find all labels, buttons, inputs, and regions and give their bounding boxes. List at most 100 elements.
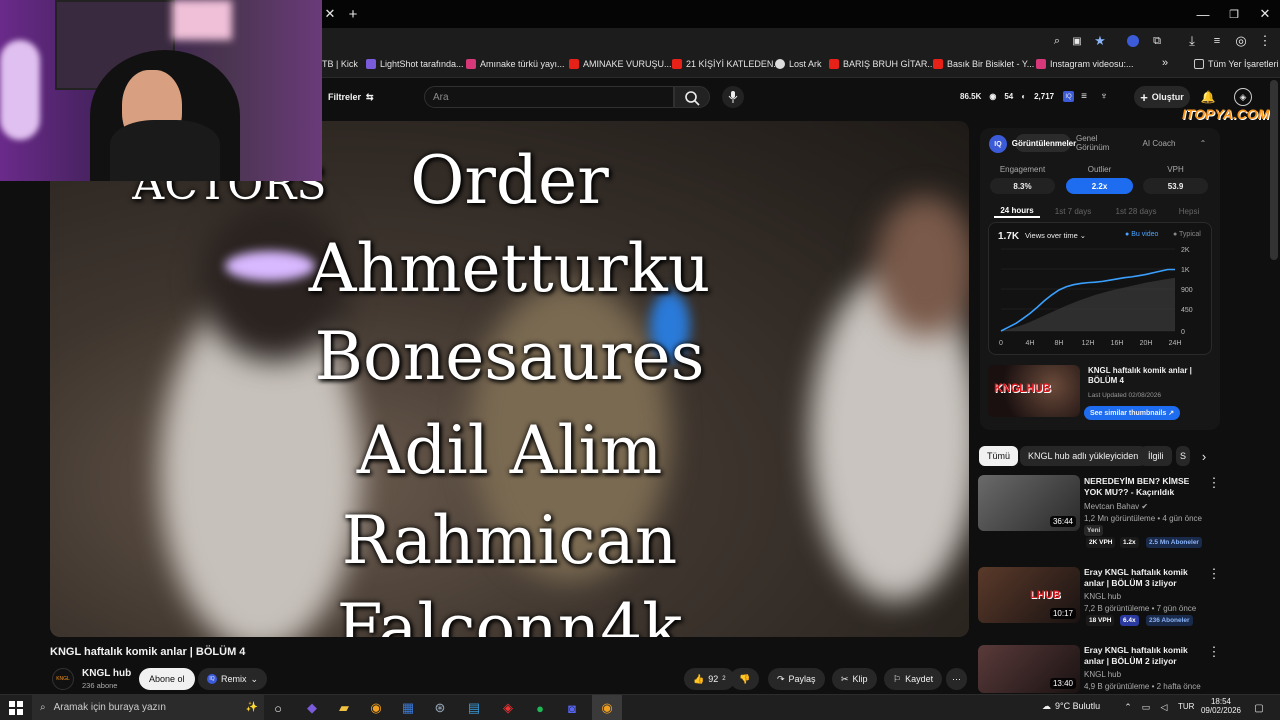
create-button[interactable]: + Oluştur <box>1134 86 1190 108</box>
bookmark-item[interactable]: Basık Bir Bisiklet - Y... <box>933 59 1034 69</box>
profile-icon[interactable] <box>1126 34 1140 48</box>
scrollbar[interactable] <box>1270 80 1278 260</box>
windows-start-icon[interactable] <box>8 700 24 716</box>
more-icon[interactable]: ⋮ <box>1208 644 1221 659</box>
file-explorer-icon[interactable]: ▰ <box>336 700 352 716</box>
weather-widget[interactable]: ☁ 9°C Bulutlu <box>1042 701 1100 712</box>
maximize-icon[interactable]: ❐ <box>1225 5 1243 23</box>
rec-title[interactable]: NEREDEYİM BEN? KİMSE YOK MU?? - Kaçırıld… <box>1084 476 1208 498</box>
range-24h[interactable]: 24 hours <box>994 204 1040 218</box>
subscribe-button[interactable]: Abone ol <box>139 668 195 690</box>
trophy-icon[interactable]: ♆ <box>1098 90 1110 102</box>
dislike-button[interactable]: 👎 <box>730 668 760 690</box>
steam-icon[interactable]: ⊛ <box>432 700 448 716</box>
account-icon[interactable]: ◎ <box>1234 33 1248 48</box>
range-28d[interactable]: 1st 28 days <box>1108 204 1164 218</box>
chevron-right-icon[interactable]: › <box>1196 448 1212 464</box>
vidiq-icon[interactable]: IQ <box>1063 91 1074 102</box>
list-icon[interactable]: ≡ <box>1078 90 1090 102</box>
download-icon[interactable]: ⤓ <box>1185 33 1199 48</box>
bookmark-item[interactable]: BARIŞ BRUH GİTAR... <box>829 59 935 69</box>
more-icon[interactable]: ⋮ <box>1208 566 1221 581</box>
more-icon[interactable]: ⋮ <box>1208 475 1221 490</box>
tab-views[interactable]: Görüntülenmeler <box>1012 134 1076 152</box>
like-button[interactable]: 👍 92 2 <box>684 668 735 690</box>
discord-icon[interactable]: ◙ <box>564 700 580 716</box>
clip-button[interactable]: ✂ Klip <box>832 668 877 690</box>
zoom-icon[interactable]: ⌕ <box>1050 34 1064 48</box>
x-tick-label: 20H <box>1140 340 1153 347</box>
close-tab-icon[interactable]: ✕ <box>322 6 338 22</box>
chip-uploader[interactable]: KNGL hub adlı yükleyiciden <box>1020 446 1147 466</box>
rec-thumbnail[interactable]: 36:44 <box>978 475 1080 531</box>
eye-icon: ◉ <box>989 92 997 101</box>
rec-title[interactable]: Eray KNGL haftalık komik anlar | BÖLÜM 3… <box>1084 567 1208 589</box>
reading-list-icon[interactable]: ≡ <box>1210 34 1224 48</box>
chip-related[interactable]: İlgili <box>1140 446 1172 466</box>
mic-icon[interactable] <box>722 86 744 108</box>
rec-thumbnail[interactable]: 13:40 <box>978 645 1080 693</box>
chrome-active-icon[interactable]: ◉ <box>592 695 622 720</box>
video-player[interactable]: ACTORS Order Ahmetturku Bonesaures Adil … <box>50 121 969 637</box>
search-input[interactable]: Ara <box>424 86 674 108</box>
bookmarks-overflow[interactable]: » <box>1162 57 1168 69</box>
chip-all[interactable]: Tümü <box>979 446 1019 466</box>
extensions-icon[interactable]: ⧉ <box>1150 34 1164 48</box>
range-7d[interactable]: 1st 7 days <box>1048 204 1098 218</box>
filters-button[interactable]: Filtreler ⇆ <box>328 92 374 103</box>
network-icon[interactable]: ▭ <box>1140 701 1152 713</box>
minimize-icon[interactable]: — <box>1194 5 1212 23</box>
share-button[interactable]: ↷ Paylaş <box>768 668 825 690</box>
clock[interactable]: 18:54 09/02/2026 <box>1200 697 1242 715</box>
subscriber-stat: 86.5K <box>960 92 982 101</box>
bookmark-item[interactable]: Instagram videosu:... <box>1036 59 1134 69</box>
bookmark-item[interactable]: Lost Ark <box>775 59 822 69</box>
rec-channel[interactable]: KNGL hub <box>1084 592 1121 601</box>
search-button[interactable] <box>674 86 710 108</box>
bookmark-star-icon[interactable]: ★ <box>1092 33 1108 49</box>
more-button[interactable]: ⋯ <box>946 668 967 690</box>
save-button[interactable]: ⚐ Kaydet <box>884 668 943 690</box>
bookmark-item[interactable]: 21 KİŞİYİ KATLEDEN... <box>672 59 781 69</box>
rec-thumbnail[interactable]: LHUB 10:17 <box>978 567 1080 623</box>
outlier-value: 2.2x <box>1066 178 1133 194</box>
channel-avatar[interactable]: KNGL <box>52 668 74 690</box>
credit-line: Bonesaures <box>314 318 705 395</box>
new-tab-icon[interactable]: + <box>344 5 362 23</box>
language-indicator[interactable]: TUR <box>1178 702 1194 711</box>
volume-icon[interactable]: ◁ <box>1158 701 1170 713</box>
store-icon[interactable]: ▦ <box>400 700 416 716</box>
collapse-icon[interactable]: ⌃ <box>1196 134 1210 152</box>
bookmark-item[interactable]: TB | Kick <box>322 59 358 69</box>
menu-icon[interactable]: ⋮ <box>1258 33 1272 48</box>
tab-overview[interactable]: Genel Görünüm <box>1076 134 1132 152</box>
app-icon[interactable]: ◆ <box>304 700 320 716</box>
chip-more[interactable]: S <box>1176 446 1190 466</box>
taskbar-search[interactable]: ⌕ Aramak için buraya yazın ✨ <box>32 695 264 720</box>
avatar[interactable]: ◈ <box>1234 88 1252 106</box>
notifications-icon[interactable]: ▢ <box>1252 701 1266 715</box>
thumbnail-preview[interactable]: KNGLHUB <box>988 365 1080 417</box>
bookmark-item[interactable]: Amınake türkü yayı... <box>466 59 565 69</box>
tray-arrow-icon[interactable]: ⌃ <box>1122 701 1134 713</box>
bookmark-item[interactable]: AMINAKE VURUŞU... <box>569 59 672 69</box>
remix-button[interactable]: IQ Remix ⌄ <box>198 668 268 690</box>
rec-channel[interactable]: Mevtcan Bahav ✔ <box>1084 502 1148 511</box>
app-icon[interactable]: ▤ <box>466 700 482 716</box>
chrome-icon[interactable]: ◉ <box>368 700 384 716</box>
bell-icon[interactable]: 🔔 <box>1200 89 1216 105</box>
tab-ai-coach[interactable]: AI Coach <box>1136 134 1182 152</box>
rec-title[interactable]: Eray KNGL haftalık komik anlar | BÖLÜM 2… <box>1084 645 1208 667</box>
app-icon[interactable]: ◈ <box>500 700 516 716</box>
rec-channel[interactable]: KNGL hub <box>1084 670 1121 679</box>
cortana-icon[interactable]: ○ <box>270 700 286 716</box>
bookmark-item[interactable]: LightShot tarafında... <box>366 59 464 69</box>
cast-icon[interactable]: ▣ <box>1070 34 1084 48</box>
window-close-icon[interactable]: ✕ <box>1256 5 1274 23</box>
subs-tag: 2.5 Mn Aboneler <box>1146 537 1202 548</box>
all-bookmarks[interactable]: Tüm Yer İşaretleri <box>1194 59 1279 69</box>
similar-thumbnails-button[interactable]: See similar thumbnails ↗ <box>1084 406 1181 420</box>
channel-name[interactable]: KNGL hub <box>82 668 131 679</box>
spotify-icon[interactable]: ● <box>532 700 548 716</box>
range-all[interactable]: Hepsi <box>1174 204 1204 218</box>
